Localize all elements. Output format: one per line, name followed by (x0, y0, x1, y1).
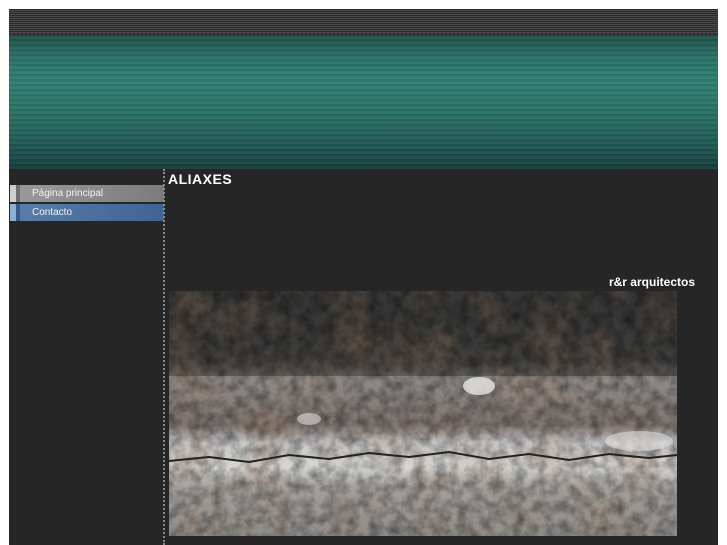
concrete-texture-image (169, 291, 677, 536)
sidebar-item-home[interactable]: Página principal (10, 185, 164, 202)
banner-top-edge (9, 33, 718, 35)
sidebar-divider (163, 169, 165, 545)
nav-marker-icon (10, 185, 20, 202)
nav-marker-icon (10, 204, 20, 221)
top-stripe-bar (9, 9, 718, 33)
sidebar-item-label: Página principal (32, 188, 104, 199)
sidebar-item-contact[interactable]: Contacto (10, 204, 164, 221)
sidebar-nav: Página principal Contacto (9, 169, 164, 545)
page-title: ALIAXES (168, 171, 233, 187)
page-subtitle: r&r arquitectos (608, 275, 695, 289)
header-banner (9, 33, 718, 169)
sidebar-item-label: Contacto (32, 207, 73, 218)
concrete-wall-photo (169, 291, 677, 536)
